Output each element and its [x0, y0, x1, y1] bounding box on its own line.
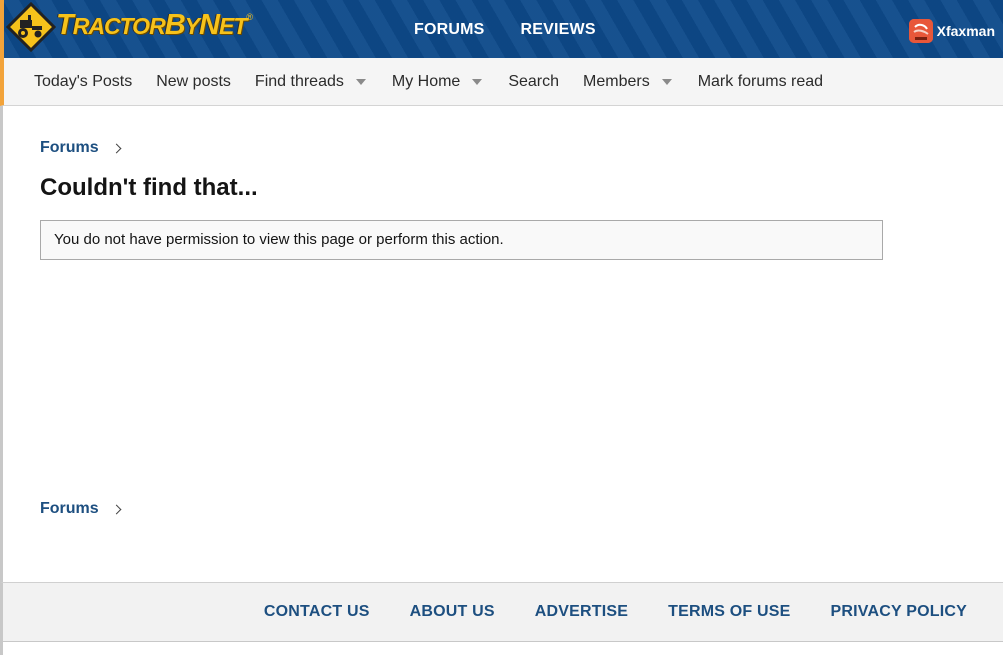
chevron-right-icon	[111, 504, 122, 514]
nav-forums[interactable]: FORUMS	[414, 21, 485, 39]
user-menu[interactable]: Xfaxman	[908, 19, 995, 43]
main-content: Forums Couldn't find that... You do not …	[0, 106, 1003, 582]
avatar-icon	[908, 19, 933, 43]
footer-advertise[interactable]: ADVERTISE	[535, 603, 628, 621]
breadcrumb-forums[interactable]: Forums	[40, 139, 99, 157]
logo-wordmark: TRACTORBYNET	[56, 8, 247, 41]
subnav-todays-posts[interactable]: Today's Posts	[34, 73, 132, 91]
footer-about-us[interactable]: ABOUT US	[410, 603, 495, 621]
bottom-strip	[0, 642, 1003, 655]
footer-contact-us[interactable]: CONTACT US	[264, 603, 370, 621]
subnav-search[interactable]: Search	[508, 73, 559, 91]
subnav-new-posts[interactable]: New posts	[156, 73, 231, 91]
breadcrumb-bottom: Forums	[40, 500, 122, 518]
permission-notice: You do not have permission to view this …	[40, 220, 883, 260]
tractor-diamond-icon	[6, 2, 56, 52]
chevron-down-icon[interactable]	[355, 78, 366, 85]
secondary-nav: Today's Posts New posts Find threads My …	[0, 58, 1003, 106]
user-name: Xfaxman	[936, 23, 995, 39]
subnav-members[interactable]: Members	[583, 73, 674, 91]
footer-links: CONTACT US ABOUT US ADVERTISE TERMS OF U…	[264, 603, 967, 621]
breadcrumb: Forums	[40, 139, 122, 157]
subnav-mark-forums-read[interactable]: Mark forums read	[698, 73, 823, 91]
footer-privacy-policy[interactable]: PRIVACY POLICY	[831, 603, 967, 621]
nav-reviews[interactable]: REVIEWS	[521, 21, 596, 39]
page: TRACTORBYNET ® FORUMS REVIEWS Xfaxman To…	[0, 0, 1003, 655]
site-header: TRACTORBYNET ® FORUMS REVIEWS Xfaxman	[0, 0, 1003, 58]
page-title: Couldn't find that...	[40, 174, 258, 201]
site-logo[interactable]: TRACTORBYNET ®	[6, 2, 253, 52]
registered-mark: ®	[246, 12, 253, 22]
site-footer: CONTACT US ABOUT US ADVERTISE TERMS OF U…	[0, 582, 1003, 642]
subnav-find-threads[interactable]: Find threads	[255, 73, 368, 91]
chevron-down-icon[interactable]	[661, 78, 672, 85]
chevron-down-icon[interactable]	[472, 78, 483, 85]
chevron-right-icon	[111, 143, 122, 153]
breadcrumb-forums-bottom[interactable]: Forums	[40, 500, 99, 518]
footer-terms-of-use[interactable]: TERMS OF USE	[668, 603, 790, 621]
subnav-my-home[interactable]: My Home	[392, 73, 484, 91]
primary-nav: FORUMS REVIEWS	[414, 21, 596, 39]
